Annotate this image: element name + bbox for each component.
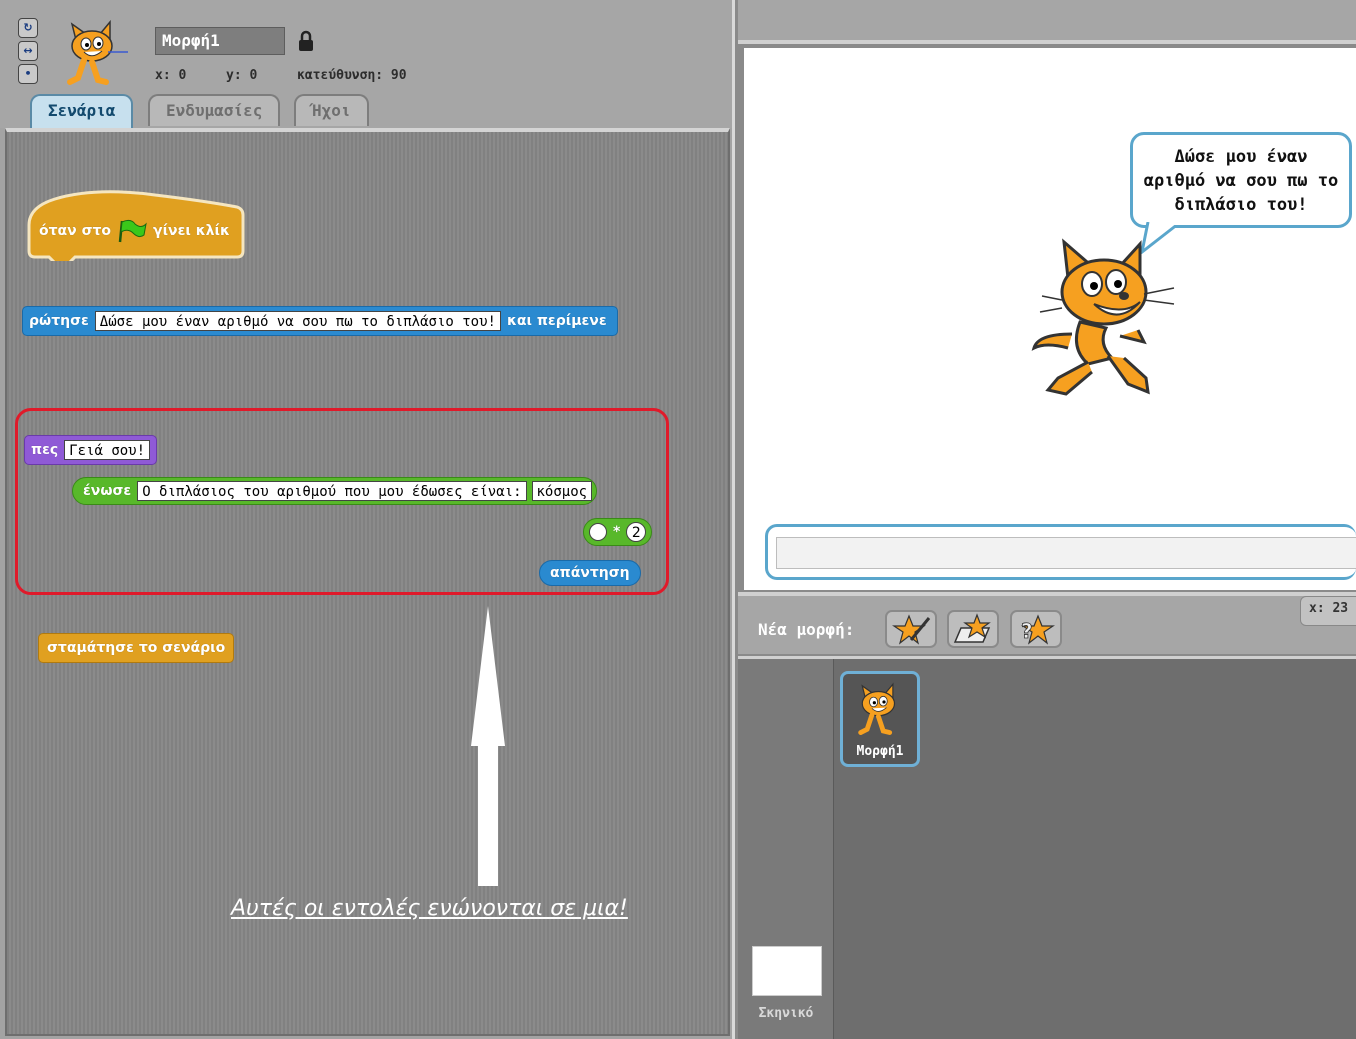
up-arrow-icon bbox=[471, 606, 505, 886]
stage-thumbnail[interactable] bbox=[752, 946, 822, 996]
ask-suffix-label: και περίμενε bbox=[506, 313, 607, 329]
sprite-direction: κατεύθυνση: 90 bbox=[297, 68, 407, 83]
green-flag-icon bbox=[118, 219, 147, 243]
speech-bubble: Δώσε μου έναν αριθμό να σου πω το διπλάσ… bbox=[1130, 132, 1352, 228]
scripts-panel: ↻ ↔ • Μορφή1 x: 0 y: 0 κατεύθυνση: 90 Σε… bbox=[0, 0, 735, 1039]
surprise-sprite-button[interactable]: ? bbox=[1010, 610, 1062, 648]
tab-scripts[interactable]: Σενάρια bbox=[30, 94, 134, 128]
sprite-info-header: ↻ ↔ • Μορφή1 x: 0 y: 0 κατεύθυνση: 90 Σε… bbox=[0, 0, 732, 128]
answer-input[interactable] bbox=[776, 537, 1356, 569]
mouse-xy-readout: x: 23 bbox=[1300, 596, 1356, 626]
new-sprite-label: Νέα μορφή: bbox=[758, 620, 855, 639]
highlight-box bbox=[15, 408, 669, 595]
tab-costumes[interactable]: Ενδυμασίες bbox=[148, 94, 281, 126]
paint-star-icon bbox=[892, 614, 931, 645]
sprite-name-field[interactable]: Μορφή1 bbox=[155, 27, 285, 55]
stage-toolbar bbox=[738, 0, 1356, 44]
lock-icon[interactable] bbox=[298, 30, 314, 52]
annotation-text: Αυτές οι εντολές ενώνονται σε μια! bbox=[231, 896, 628, 921]
ask-text-input[interactable]: Δώσε μου έναν αριθμό να σου πω το διπλάσ… bbox=[94, 311, 501, 331]
when-flag-clicked-block[interactable]: όταν στο γίνει κλίκ bbox=[25, 185, 247, 261]
sprite-tile-cat-icon bbox=[858, 682, 896, 735]
rotate-all-icon[interactable]: ↻ bbox=[18, 18, 38, 38]
scratch-editor: ↻ ↔ • Μορφή1 x: 0 y: 0 κατεύθυνση: 90 Σε… bbox=[0, 0, 1356, 1039]
ask-label: ρώτησε bbox=[29, 313, 89, 329]
tab-sounds[interactable]: Ήχοι bbox=[294, 94, 369, 126]
question-star-icon: ? bbox=[1021, 614, 1055, 645]
cat-sprite-icon[interactable] bbox=[1028, 238, 1178, 398]
svg-text:?: ? bbox=[1021, 619, 1033, 643]
sprite-tile[interactable]: Μορφή1 bbox=[840, 671, 920, 767]
sprite-y: y: 0 bbox=[226, 68, 258, 83]
paint-new-sprite-button[interactable] bbox=[885, 610, 937, 648]
stop-script-block[interactable]: σταμάτησε το σενάριο bbox=[38, 633, 235, 663]
ask-and-wait-block[interactable]: ρώτησε Δώσε μου έναν αριθμό να σου πω το… bbox=[22, 306, 618, 336]
hat-label-prefix: όταν στο bbox=[39, 223, 112, 239]
sprite-x: x: 0 bbox=[155, 68, 187, 83]
no-rotate-icon[interactable]: • bbox=[18, 64, 38, 84]
choose-sprite-file-button[interactable] bbox=[947, 610, 999, 648]
hat-label-suffix: γίνει κλίκ bbox=[153, 223, 230, 239]
rotation-style-buttons: ↻ ↔ • bbox=[18, 18, 40, 87]
folder-star-icon bbox=[953, 613, 991, 643]
sprite-tile-label: Μορφή1 bbox=[856, 744, 904, 759]
sprite-cat-icon bbox=[67, 19, 128, 85]
flip-left-right-icon[interactable]: ↔ bbox=[18, 41, 38, 61]
stage-thumbnail-label: Σκηνικό bbox=[758, 1006, 814, 1021]
stop-label: σταμάτησε το σενάριο bbox=[47, 640, 226, 656]
